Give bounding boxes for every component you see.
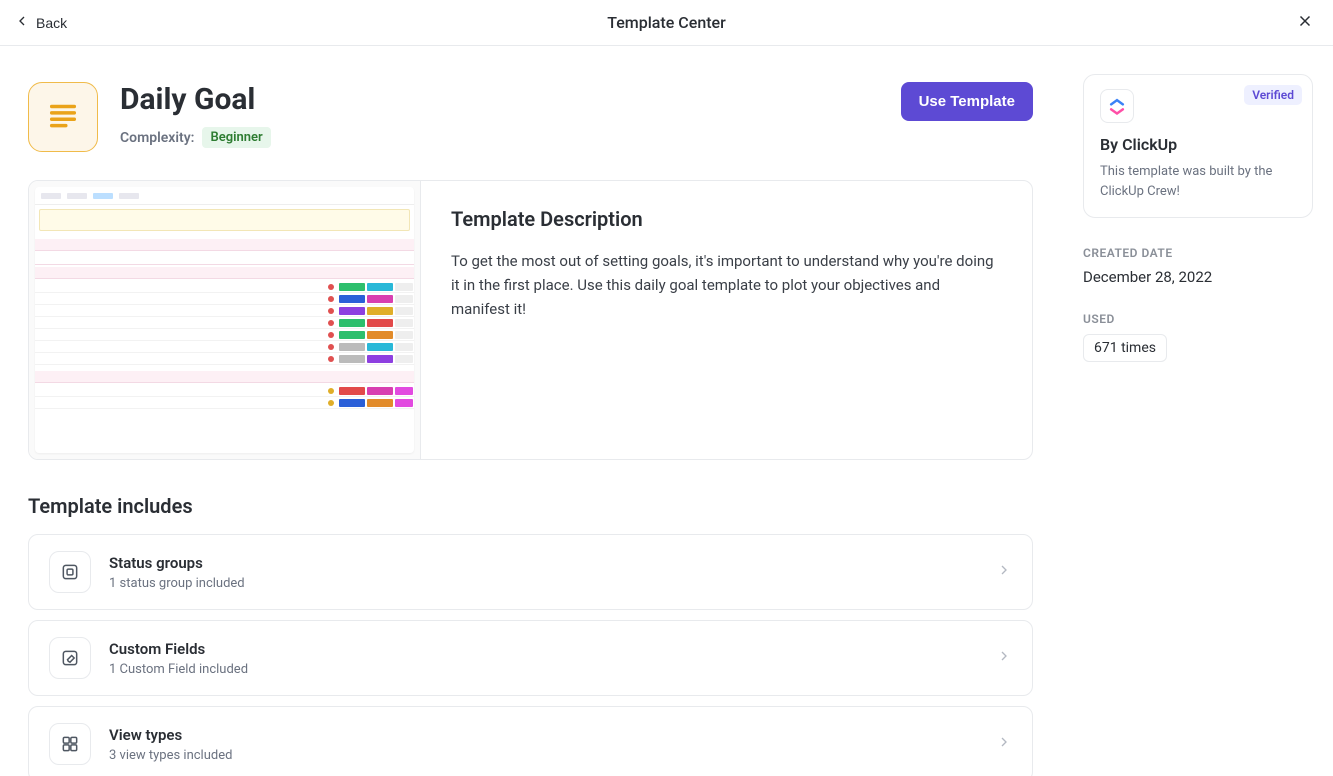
created-date-value: December 28, 2022: [1083, 268, 1313, 286]
template-header: Daily Goal Complexity: Beginner Use Temp…: [28, 82, 1033, 152]
include-card-status-groups[interactable]: Status groups 1 status group included: [28, 534, 1033, 610]
view-types-icon: [49, 723, 91, 765]
chevron-right-icon: [996, 734, 1012, 754]
custom-field-icon: [49, 637, 91, 679]
close-icon: [1296, 12, 1314, 33]
description-heading: Template Description: [451, 207, 1002, 231]
more-options-button[interactable]: [273, 88, 297, 112]
description-body: Template Description To get the most out…: [421, 181, 1032, 459]
back-label: Back: [36, 15, 67, 31]
template-preview: [29, 181, 421, 459]
include-subtitle: 1 Custom Field included: [109, 662, 978, 677]
back-button[interactable]: Back: [14, 13, 67, 32]
description-text: To get the most out of setting goals, it…: [451, 249, 1002, 321]
page-body: Daily Goal Complexity: Beginner Use Temp…: [0, 46, 1333, 776]
template-name: Daily Goal: [120, 82, 255, 117]
use-template-button[interactable]: Use Template: [901, 82, 1033, 121]
template-icon: [28, 82, 98, 152]
complexity-badge: Beginner: [202, 127, 270, 148]
arrow-left-icon: [14, 13, 30, 32]
description-card: Template Description To get the most out…: [28, 180, 1033, 460]
complexity-label: Complexity:: [120, 130, 194, 146]
main-column[interactable]: Daily Goal Complexity: Beginner Use Temp…: [0, 46, 1069, 776]
clickup-logo-icon: [1100, 89, 1134, 123]
template-preview-image: [35, 187, 414, 453]
author-description: This template was built by the ClickUp C…: [1100, 162, 1296, 201]
status-group-icon: [49, 551, 91, 593]
verified-badge: Verified: [1244, 85, 1302, 105]
include-title: View types: [109, 726, 978, 744]
include-card-custom-fields[interactable]: Custom Fields 1 Custom Field included: [28, 620, 1033, 696]
author-name: By ClickUp: [1100, 135, 1296, 154]
list-lines-icon: [46, 98, 80, 136]
include-subtitle: 1 status group included: [109, 576, 978, 591]
sidebar: Verified By ClickUp This template was bu…: [1069, 46, 1333, 776]
include-title: Status groups: [109, 554, 978, 572]
used-value: 671 times: [1083, 334, 1167, 362]
chevron-right-icon: [996, 648, 1012, 668]
close-button[interactable]: [1291, 9, 1319, 37]
includes-heading: Template includes: [28, 494, 1033, 518]
created-date-label: CREATED DATE: [1083, 246, 1313, 260]
author-card: Verified By ClickUp This template was bu…: [1083, 74, 1313, 218]
title-block: Daily Goal Complexity: Beginner: [120, 82, 879, 148]
page-title: Template Center: [607, 13, 726, 32]
topbar: Back Template Center: [0, 0, 1333, 46]
include-subtitle: 3 view types included: [109, 748, 978, 763]
chevron-right-icon: [996, 562, 1012, 582]
used-label: USED: [1083, 312, 1313, 326]
include-card-view-types[interactable]: View types 3 view types included: [28, 706, 1033, 776]
complexity-row: Complexity: Beginner: [120, 127, 879, 148]
include-title: Custom Fields: [109, 640, 978, 658]
